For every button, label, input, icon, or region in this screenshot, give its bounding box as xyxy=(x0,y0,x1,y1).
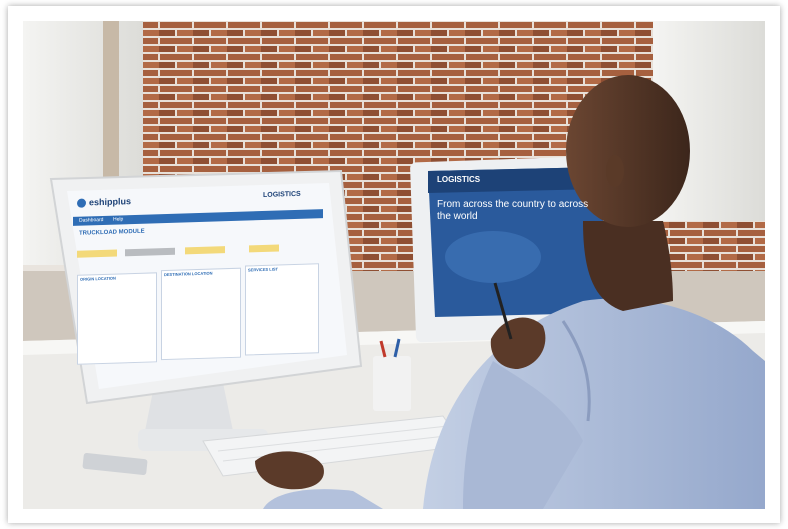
office-photo: eshipplus LOGISTICS Dashboard Help TRUCK… xyxy=(23,21,765,509)
origin-panel: ORIGIN LOCATION xyxy=(77,272,157,365)
destination-panel-title: DESTINATION LOCATION xyxy=(164,270,213,278)
left-screen-header: eshipplus LOGISTICS xyxy=(75,187,315,213)
origin-panel-title: ORIGIN LOCATION xyxy=(80,275,116,282)
eshipplus-logo: eshipplus xyxy=(89,196,132,208)
ear xyxy=(606,155,624,187)
right-headline: From across the country to across the wo… xyxy=(437,199,589,222)
help-link[interactable]: Help xyxy=(113,216,123,222)
destination-panel: DESTINATION LOCATION xyxy=(161,267,241,361)
services-panel: SERVICES LIST xyxy=(245,263,319,356)
services-panel-title: SERVICES LIST xyxy=(248,266,278,273)
quote-fields-row xyxy=(77,243,317,259)
dashboard-link[interactable]: Dashboard xyxy=(79,217,103,224)
module-title: TRUCKLOAD MODULE xyxy=(79,228,145,237)
right-screen-ui: LOGISTICS From across the country to acr… xyxy=(431,171,601,311)
right-partner-logo: LOGISTICS xyxy=(437,175,481,184)
pen-cup xyxy=(373,356,411,411)
eshipplus-icon xyxy=(77,198,86,208)
partner-logo: LOGISTICS xyxy=(263,190,301,199)
left-screen-ui: eshipplus LOGISTICS Dashboard Help TRUCK… xyxy=(71,185,323,373)
